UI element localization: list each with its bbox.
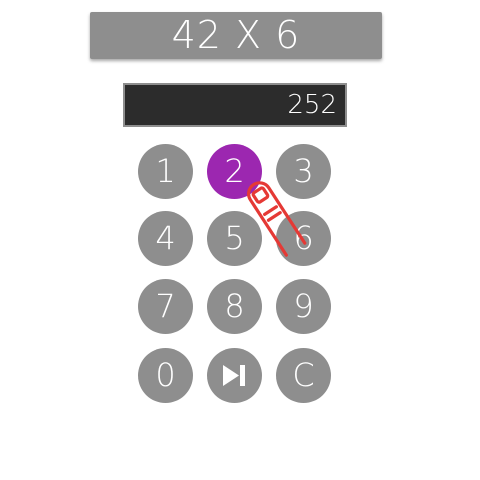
clear-button[interactable]: C bbox=[276, 348, 331, 403]
key-6[interactable]: 6 bbox=[276, 211, 331, 266]
key-3[interactable]: 3 bbox=[276, 144, 331, 199]
key-4[interactable]: 4 bbox=[138, 211, 193, 266]
question-banner: 42 X 6 bbox=[90, 12, 382, 59]
key-9[interactable]: 9 bbox=[276, 279, 331, 334]
answer-display: 252 bbox=[123, 83, 347, 127]
skip-next-icon bbox=[223, 365, 245, 386]
key-0[interactable]: 0 bbox=[138, 348, 193, 403]
keypad: 1 2 3 4 5 6 7 8 9 0 C bbox=[138, 144, 332, 404]
key-8[interactable]: 8 bbox=[207, 279, 262, 334]
next-button[interactable] bbox=[207, 348, 262, 403]
key-1[interactable]: 1 bbox=[138, 144, 193, 199]
key-5[interactable]: 5 bbox=[207, 211, 262, 266]
key-2[interactable]: 2 bbox=[207, 144, 262, 199]
key-7[interactable]: 7 bbox=[138, 279, 193, 334]
